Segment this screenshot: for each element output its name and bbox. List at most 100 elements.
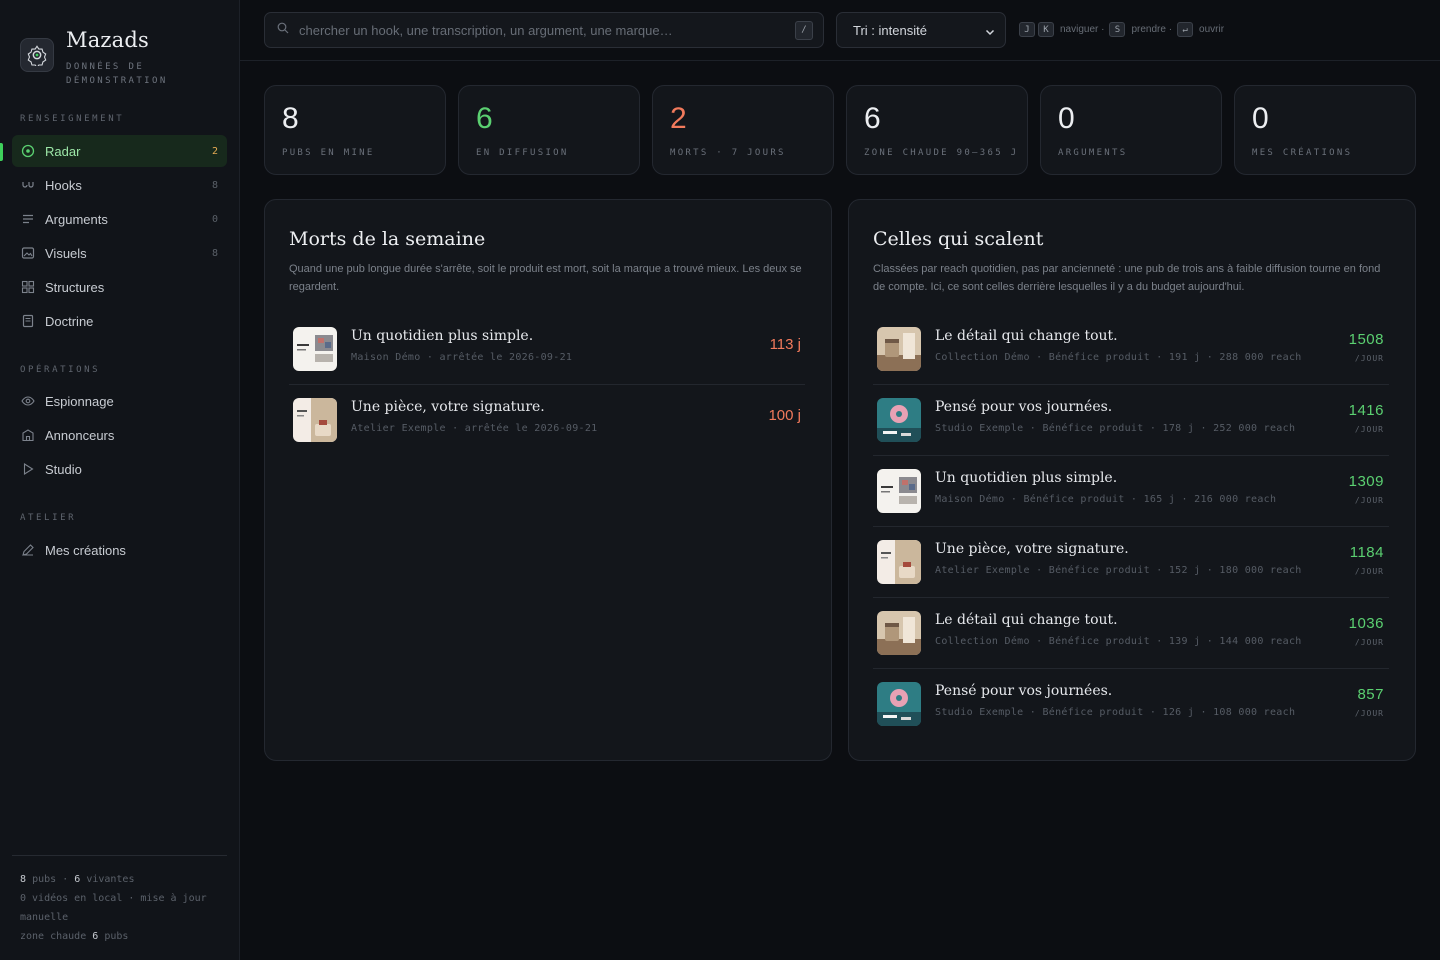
panel-title: Morts de la semaine (289, 228, 486, 250)
brand-name: Mazads (66, 28, 150, 52)
deaths-panel: Morts de la semaine Quand une pub longue… (264, 199, 832, 761)
eye-icon (21, 394, 35, 408)
ad-meta: Maison Démo · arrêtée le 2026-09-21 (351, 352, 573, 363)
sidebar-item-visuels[interactable]: Visuels 8 (12, 237, 227, 269)
scaling-row[interactable]: Le détail qui change tout. Collection Dé… (873, 314, 1389, 385)
topbar: / Tri : intensité J K naviguer · S prend… (240, 0, 1440, 61)
sidebar-item-label: Arguments (45, 211, 108, 227)
stat-card-en-diffusion[interactable]: 6 EN DIFFUSION (458, 85, 640, 175)
stat-label: PUBS EN MINE (282, 148, 375, 158)
daily-reach-value: 1036 (1348, 615, 1384, 632)
stat-card-pubs-en-mine[interactable]: 8 PUBS EN MINE (264, 85, 446, 175)
daily-reach-unit: /JOUR (1354, 567, 1384, 576)
image-icon (21, 246, 35, 260)
sidebar-item-count: 8 (211, 247, 218, 259)
radar-icon (21, 144, 35, 158)
daily-reach-unit: /JOUR (1354, 354, 1384, 363)
ad-meta: Studio Exemple · Bénéfice produit · 178 … (935, 423, 1296, 434)
hint-label: prendre · (1131, 24, 1173, 35)
kbd-key: J (1019, 22, 1035, 37)
ad-duration: 113 j (769, 336, 801, 353)
sidebar-item-arguments[interactable]: Arguments 0 (12, 203, 227, 235)
stat-value: 6 (864, 102, 881, 135)
sidebar-item-espionnage[interactable]: Espionnage (12, 385, 227, 417)
brand-subtitle: DONNÉES DE DÉMONSTRATION (66, 62, 168, 86)
hint-label: naviguer · (1060, 24, 1105, 35)
sidebar-item-count: 0 (211, 213, 218, 225)
sort-selected-value: Tri : intensité (853, 22, 927, 38)
sidebar-item-radar[interactable]: Radar 2 (12, 135, 227, 167)
sidebar-item-label: Hooks (45, 177, 82, 193)
daily-reach-unit: /JOUR (1354, 496, 1384, 505)
lines-icon (21, 212, 35, 226)
ad-thumbnail (877, 469, 921, 513)
daily-reach-unit: /JOUR (1354, 425, 1384, 434)
ad-thumbnail (293, 398, 337, 442)
section-title-renseignement: RENSEIGNEMENT (20, 114, 125, 124)
stat-card-mes-creations[interactable]: 0 MES CRÉATIONS (1234, 85, 1416, 175)
scaling-row[interactable]: Une pièce, votre signature. Atelier Exem… (873, 527, 1389, 598)
ad-thumbnail (877, 398, 921, 442)
ad-title: Pensé pour vos journées. (935, 683, 1113, 699)
daily-reach-value: 1309 (1348, 473, 1384, 490)
search-input[interactable] (299, 22, 779, 38)
stat-value: 8 (282, 102, 299, 135)
sidebar-item-label: Studio (45, 461, 82, 477)
section-title-atelier: ATELIER (20, 513, 77, 523)
sidebar-item-doctrine[interactable]: Doctrine (12, 305, 227, 337)
sidebar-item-annonceurs[interactable]: Annonceurs (12, 419, 227, 451)
scaling-row[interactable]: Le détail qui change tout. Collection Dé… (873, 598, 1389, 669)
building-icon (21, 428, 35, 442)
hint-label: ouvrir (1199, 24, 1225, 35)
ad-thumbnail (877, 611, 921, 655)
active-indicator (0, 143, 3, 161)
ad-thumbnail (877, 682, 921, 726)
chevron-down-icon (985, 25, 995, 40)
sidebar-item-label: Radar (45, 143, 81, 159)
ad-title: Une pièce, votre signature. (351, 399, 545, 415)
stat-value: 6 (476, 102, 493, 135)
ad-meta: Atelier Exemple · Bénéfice produit · 152… (935, 565, 1302, 576)
ad-meta: Maison Démo · Bénéfice produit · 165 j ·… (935, 494, 1277, 505)
ad-thumbnail (877, 327, 921, 371)
death-row[interactable]: Un quotidien plus simple. Maison Démo · … (289, 314, 805, 385)
scaling-row[interactable]: Un quotidien plus simple. Maison Démo · … (873, 456, 1389, 527)
stat-label: MORTS · 7 JOURS (670, 148, 786, 158)
ad-title: Pensé pour vos journées. (935, 399, 1113, 415)
search-box[interactable]: / (264, 12, 824, 48)
footer-line-3: zone chaude 6 pubs (20, 931, 129, 942)
sidebar-item-mes-creations[interactable]: Mes créations (12, 534, 227, 566)
sidebar-item-structures[interactable]: Structures (12, 271, 227, 303)
sidebar-item-label: Annonceurs (45, 427, 115, 443)
ad-meta: Studio Exemple · Bénéfice produit · 126 … (935, 707, 1296, 718)
sidebar-item-studio[interactable]: Studio (12, 453, 227, 485)
daily-reach-value: 1416 (1348, 402, 1384, 419)
stat-label: MES CRÉATIONS (1252, 148, 1353, 158)
footer-line-2: 0 vidéos en local · mise à jour manuelle (20, 893, 207, 923)
sort-select[interactable]: Tri : intensité (836, 12, 1006, 48)
ad-thumbnail (877, 540, 921, 584)
stat-card-morts[interactable]: 2 MORTS · 7 JOURS (652, 85, 834, 175)
ad-meta: Collection Démo · Bénéfice produit · 191… (935, 352, 1302, 363)
scaling-row[interactable]: Pensé pour vos journées. Studio Exemple … (873, 669, 1389, 740)
pen-icon (21, 543, 35, 557)
sidebar-item-hooks[interactable]: Hooks 8 (12, 169, 227, 201)
daily-reach-value: 1508 (1348, 331, 1384, 348)
ad-meta: Atelier Exemple · arrêtée le 2026-09-21 (351, 423, 598, 434)
ad-thumbnail (293, 327, 337, 371)
kbd-key: K (1038, 22, 1054, 37)
scaling-row[interactable]: Pensé pour vos journées. Studio Exemple … (873, 385, 1389, 456)
stat-value: 2 (670, 102, 687, 135)
panel-description: Quand une pub longue durée s'arrête, soi… (289, 263, 802, 293)
ad-title: Un quotidien plus simple. (351, 328, 534, 344)
hook-icon (21, 178, 35, 192)
death-row[interactable]: Une pièce, votre signature. Atelier Exem… (289, 385, 805, 456)
stat-label: ARGUMENTS (1058, 148, 1128, 158)
stat-card-zone-chaude[interactable]: 6 ZONE CHAUDE 90–365 J (846, 85, 1028, 175)
sidebar-item-label: Structures (45, 279, 105, 295)
logo-icon (20, 38, 54, 72)
ad-duration: 100 j (768, 407, 801, 424)
stat-card-arguments[interactable]: 0 ARGUMENTS (1040, 85, 1222, 175)
ad-title: Un quotidien plus simple. (935, 470, 1118, 486)
daily-reach-unit: /JOUR (1354, 709, 1384, 718)
